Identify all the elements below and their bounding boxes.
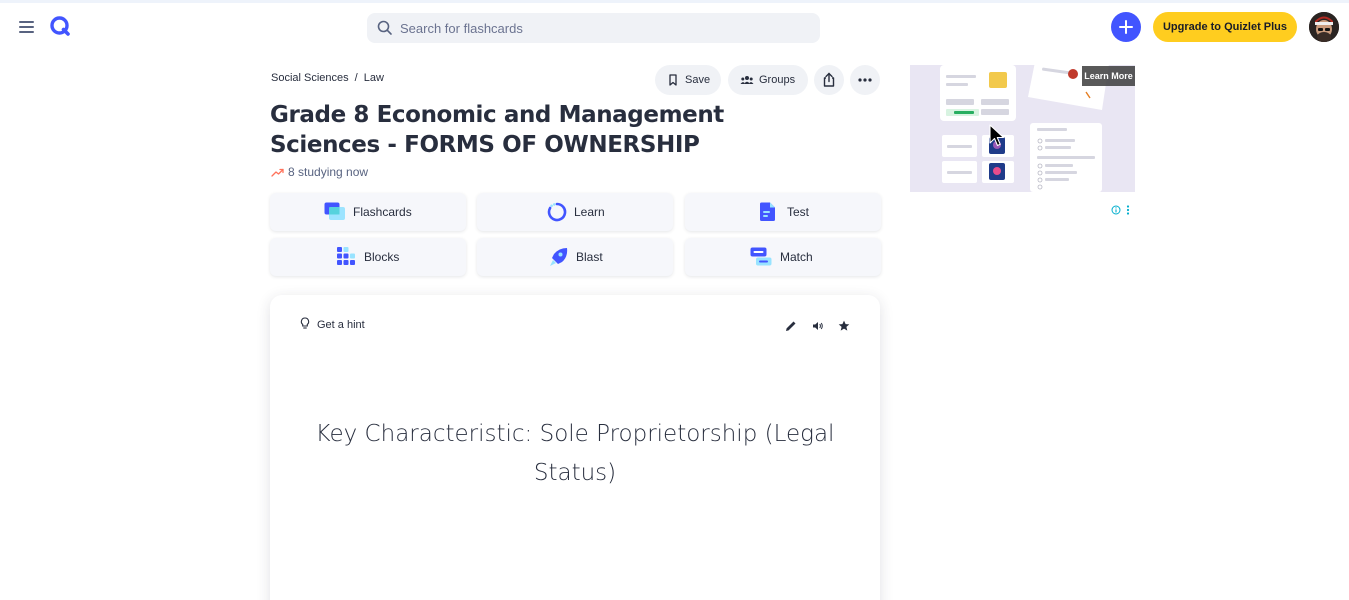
bookmark-icon — [669, 74, 677, 86]
upgrade-button[interactable]: Upgrade to Quizlet Plus — [1153, 12, 1297, 42]
share-button[interactable] — [814, 65, 844, 95]
create-button[interactable] — [1111, 12, 1141, 42]
mode-match[interactable]: Match — [685, 238, 881, 276]
menu-icon[interactable] — [16, 16, 38, 38]
mode-flashcards[interactable]: Flashcards — [270, 193, 466, 231]
mode-label: Test — [787, 205, 810, 219]
ad-learn-more-button[interactable]: Learn More — [1082, 66, 1135, 86]
people-icon — [740, 76, 754, 84]
flashcards-icon — [324, 202, 345, 220]
mode-label: Blocks — [364, 250, 400, 264]
quizlet-logo-icon[interactable] — [48, 14, 72, 38]
mode-blast[interactable]: Blast — [477, 238, 673, 276]
hint-label: Get a hint — [317, 319, 365, 331]
breadcrumb-separator: / — [354, 72, 358, 84]
groups-label: Groups — [759, 74, 796, 86]
breadcrumb: Social Sciences / Law — [271, 72, 384, 84]
mode-label: Blast — [576, 250, 603, 264]
plus-icon — [1119, 20, 1133, 34]
flashcard[interactable]: Get a hint Key Characteristic: Sole Prop… — [270, 295, 880, 600]
blocks-icon — [337, 247, 355, 265]
top-navigation: Upgrade to Quizlet Plus — [0, 3, 1349, 53]
ad-info-icon[interactable] — [1111, 205, 1121, 215]
breadcrumb-social-sciences[interactable]: Social Sciences — [271, 72, 349, 84]
match-icon — [750, 247, 772, 266]
share-icon — [823, 72, 835, 87]
avatar[interactable] — [1309, 12, 1339, 42]
save-button[interactable]: Save — [655, 65, 721, 95]
blast-icon — [550, 248, 568, 266]
mode-test[interactable]: Test — [685, 193, 881, 231]
mode-learn[interactable]: Learn — [477, 193, 673, 231]
mode-label: Flashcards — [353, 205, 412, 219]
search-bar[interactable] — [367, 13, 820, 43]
card-term: Key Characteristic: Sole Proprietorship … — [315, 421, 835, 486]
learn-icon — [547, 202, 567, 222]
mode-label: Learn — [574, 205, 605, 219]
trending-up-icon — [271, 168, 284, 177]
more-options-button[interactable] — [850, 65, 880, 95]
mouse-pointer-icon — [989, 124, 1005, 147]
mode-label: Match — [780, 250, 813, 264]
ad-menu-icon[interactable] — [1125, 205, 1131, 215]
lightbulb-icon — [300, 317, 310, 329]
edit-pencil-icon[interactable] — [783, 318, 799, 334]
test-icon — [760, 202, 775, 221]
save-label: Save — [685, 74, 711, 86]
star-icon[interactable] — [836, 318, 852, 334]
search-input[interactable] — [400, 13, 810, 43]
breadcrumb-law[interactable]: Law — [364, 72, 384, 84]
studying-count: 8 studying now — [288, 165, 369, 179]
set-title: Grade 8 Economic and Management Sciences… — [270, 102, 724, 158]
more-dots-icon — [858, 78, 872, 82]
audio-speaker-icon[interactable] — [810, 318, 826, 334]
mode-blocks[interactable]: Blocks — [270, 238, 466, 276]
groups-button[interactable]: Groups — [728, 65, 808, 95]
search-icon — [377, 20, 392, 35]
